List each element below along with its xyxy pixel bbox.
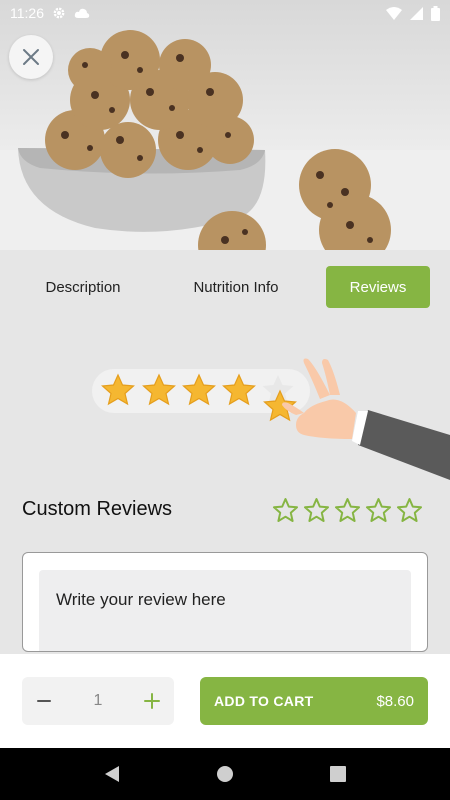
settings-icon [53,7,65,19]
add-to-cart-button[interactable]: ADD TO CART $8.60 [200,677,428,725]
back-icon[interactable] [104,765,120,783]
product-image [0,0,450,250]
cellular-icon [410,6,423,20]
cart-price: $8.60 [376,692,414,710]
rating-illustration [92,358,450,480]
status-bar: 11:26 [0,0,450,26]
wifi-icon [386,6,402,20]
system-navigation-bar [0,748,450,800]
minus-icon [37,700,51,702]
add-to-cart-label: ADD TO CART [214,693,314,709]
cloud-icon [74,8,90,18]
battery-icon [431,5,440,21]
decrease-quantity-button[interactable] [34,691,54,711]
recents-icon[interactable] [330,766,346,782]
close-button[interactable] [9,35,53,79]
tab-reviews[interactable]: Reviews [326,266,430,308]
plus-icon [144,693,160,709]
review-input[interactable]: Write your review here [39,570,411,651]
increase-quantity-button[interactable] [142,691,162,711]
close-icon [23,49,39,65]
cart-bar: 1 ADD TO CART $8.60 [0,654,450,748]
star-outline-icon[interactable] [396,497,423,524]
reviews-title: Custom Reviews [22,498,173,520]
star-outline-icon[interactable] [334,497,361,524]
quantity-value: 1 [93,692,103,709]
review-card: Write your review here [22,552,428,652]
rating-input [272,497,423,524]
star-outline-icon[interactable] [365,497,392,524]
tab-description[interactable]: Description [22,266,144,308]
energy-balls-photo [0,30,450,250]
product-tabs: Description Nutrition Info Reviews [0,266,450,308]
star-outline-icon[interactable] [272,497,299,524]
quantity-stepper: 1 [22,677,174,725]
home-icon[interactable] [216,765,234,783]
star-outline-icon[interactable] [303,497,330,524]
tab-nutrition-info[interactable]: Nutrition Info [172,266,300,308]
status-time: 11:26 [10,5,44,21]
